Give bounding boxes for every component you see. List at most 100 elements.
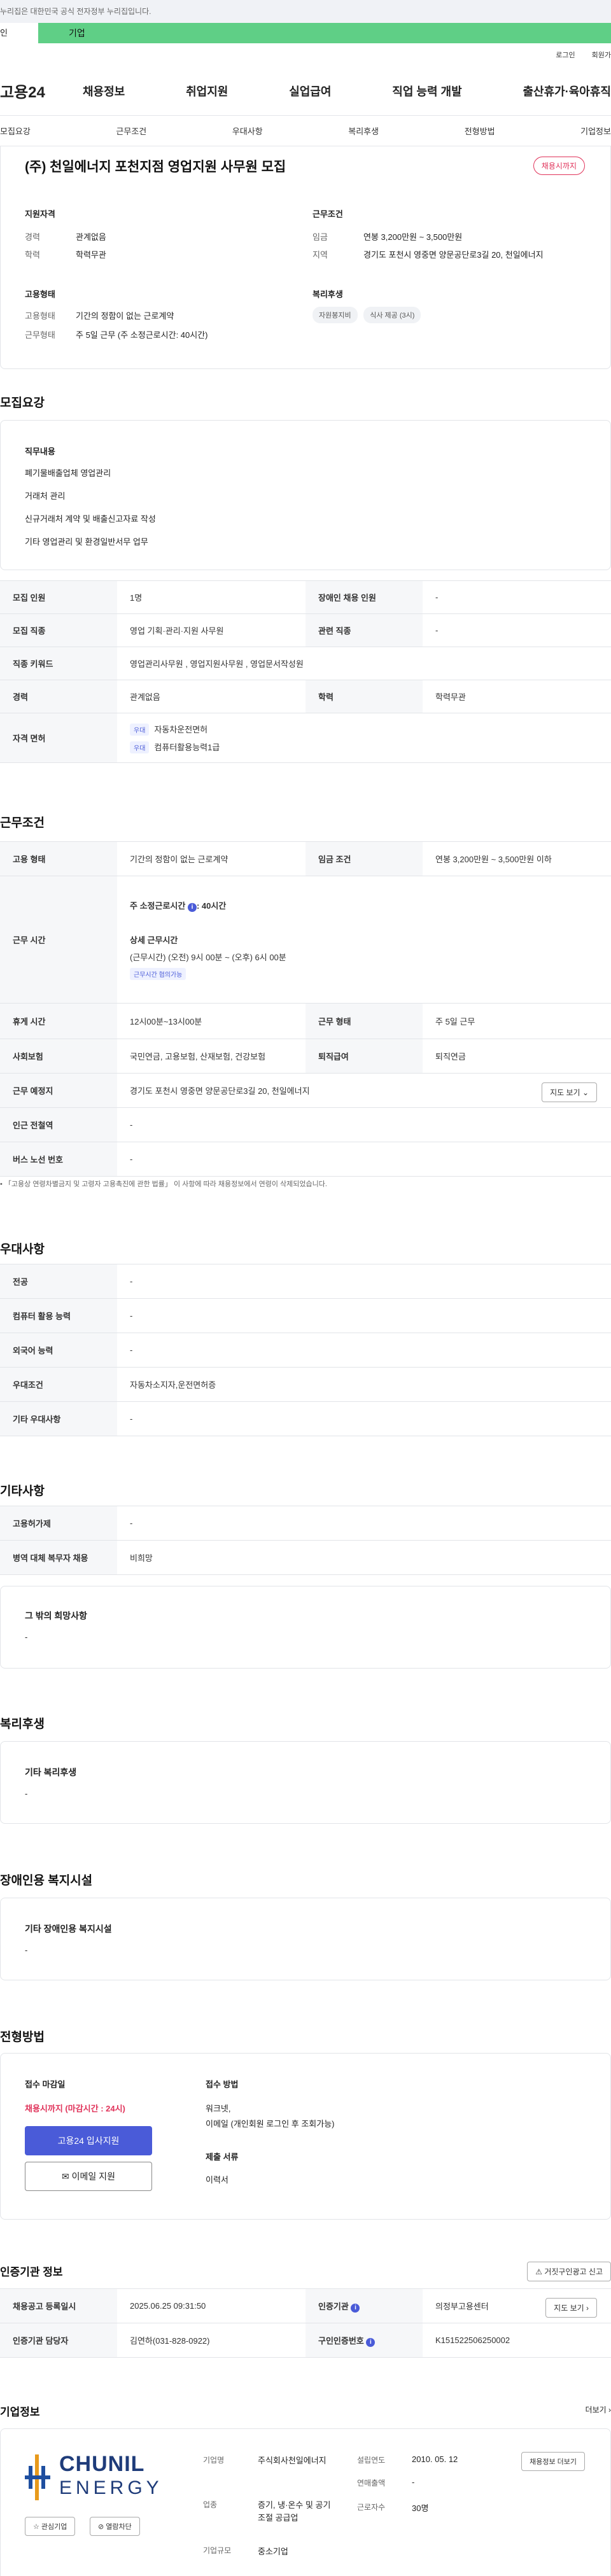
welfare-chip: 식사 제공 (3시) [363,307,421,323]
email-apply-button[interactable]: ✉ 이메일 지원 [25,2162,152,2191]
emp-key: 고용형태 [25,311,55,321]
method-value: 워크넷, [206,2104,231,2113]
pref-tag: 우대 [130,723,150,736]
company-card: CHUNIL ENERGY ☆ 관심기업 ⊘ 열람차단 기업명 주식회사천일에너… [0,2428,611,2576]
info-icon[interactable]: i [351,2303,360,2313]
pref-tag: 우대 [130,741,150,753]
row-value: 관계없음 [117,680,306,713]
star-icon: ☆ [33,2523,41,2531]
row-key: 근무 형태 [306,1003,423,1039]
pref-table: 전공 - 컴퓨터 활용 능력 - 외국어 능력 - 우대조건 자동차소지자,운전면허증 … [0,1264,611,1436]
cert-table: 채용공고 등록일시 2025.06.25 09:31:50 인증기관 i 의정부… [0,2288,611,2358]
recruit-table: 모집 인원 1명 장애인 채용 인원 - 모집 직종 영업 기획·관리·지원 사… [0,580,611,763]
table-row: 컴퓨터 활용 능력 - [0,1298,611,1333]
row-key: 경력 [0,680,117,713]
block-button[interactable]: ⊘ 열람차단 [90,2517,140,2536]
table-row: 우대조건 자동차소지자,운전면허증 [0,1367,611,1402]
welfare-title: 복리후생 [313,290,343,299]
row-value: 퇴직연금 [423,1039,611,1074]
map-button-label: 지도 보기 [550,1088,580,1097]
chevron-down-icon: ⌄ [582,1088,589,1097]
summary-card: (주) 천일에너지 포천지점 영업지원 사무원 모집 채용시까지 지원자격 경력… [0,146,611,369]
gnb-jobs[interactable]: 채용정보 [83,83,125,99]
login-link[interactable]: 로그인 [556,50,575,60]
cert-map-button[interactable]: 지도 보기 › [545,2298,597,2318]
table-row: 휴게 시간 12시00분~13시00분 근무 형태 주 5일 근무 [0,1003,611,1039]
gnb-parental-leave[interactable]: 출산휴가·육아휴직 [523,83,611,99]
tab-work[interactable]: 근무조건 [116,125,146,137]
est-key: 설립연도 [357,2456,386,2465]
gnb-vocational-training[interactable]: 직업 능력 개발 [392,83,461,99]
signup-link[interactable]: 회원가 [592,50,611,60]
table-row: 기타 우대사항 - [0,1401,611,1436]
welfare-value: - [25,1789,28,1798]
company-jobs-button[interactable]: 채용정보 더보기 [521,2452,585,2471]
table-row: 병역 대체 복무자 채용 비희망 [0,1540,611,1575]
section-tabs: 모집요강 근무조건 우대사항 복리후생 전형방법 기업정보 [0,116,611,146]
company-more-link[interactable]: 더보기 › [586,2404,611,2415]
row-key: 자격 면허 [0,713,117,763]
table-row: 근무 시간 주 소정근로시간 i: 40시간 상세 근무시간 (근무시간) (오… [0,876,611,1004]
info-icon[interactable]: i [366,2337,376,2347]
bullet: • [0,1180,4,1188]
table-row: 모집 인원 1명 장애인 채용 인원 - [0,580,611,614]
weekly-hours-label: 주 소정근로시간 [130,901,186,911]
row-value: 주 5일 근무 [423,1003,611,1039]
table-row: 사회보험 국민연금, 고용보험, 산재보험, 건강보험 퇴직급여 퇴직연금 [0,1039,611,1074]
row-value: 경기도 포천시 영중면 양문공단로3길 20, 천일에너지 [130,1086,310,1096]
row-value: 자동차소지자,운전면허증 [117,1367,611,1402]
docs-value: 이력서 [206,2175,228,2185]
name-value: 주식회사천일에너지 [258,2456,327,2465]
sales-value: - [412,2477,415,2487]
table-row: 버스 노선 번호 - [0,1142,611,1177]
row-key: 인증기관 i [306,2288,423,2323]
deadline-label: 접수 마감일 [25,2080,66,2089]
site-logo[interactable]: 고용24 [0,80,70,102]
apply-button[interactable]: 고용24 입사지원 [25,2126,152,2155]
gnb-menu: 채용정보 취업지원 실업급여 직업 능력 개발 출산휴가·육아휴직 [70,83,611,99]
row-value: 학력무관 [423,680,611,713]
block-label: 열람차단 [106,2523,132,2531]
logo-text-1: CHUNIL [59,2452,145,2476]
etc-table: 고용허가제 - 병역 대체 복무자 채용 비희망 [0,1506,611,1575]
row-key: 모집 직종 [0,613,117,647]
row-key: 휴게 시간 [0,1003,117,1039]
mail-icon: ✉ [62,2171,72,2181]
cert-map-label: 지도 보기 [554,2304,584,2313]
gnb-employment-support[interactable]: 취업지원 [186,83,228,99]
est-value: 2010. 05. 12 [412,2454,458,2464]
tab-individual[interactable]: 인 [0,23,38,43]
tab-welfare[interactable]: 복리후생 [348,125,379,137]
tab-pref[interactable]: 우대사항 [232,125,263,137]
table-row: 근무 예정지 경기도 포천시 영중면 양문공단로3길 20, 천일에너지 지도 … [0,1073,611,1108]
tab-company[interactable]: 기업 [38,23,611,43]
info-icon[interactable]: i [187,903,197,912]
tab-recruit[interactable]: 모집요강 [0,125,31,137]
type-key: 근무형태 [25,330,55,340]
table-row: 직종 키워드 영업관리사무원 , 영업지원사무원 , 영업문서작성원 [0,647,611,680]
tab-apply[interactable]: 전형방법 [465,125,495,137]
age-note-text: 「고용상 연령차별금지 및 고령자 고용촉진에 관한 법률」 이 사항에 따라 … [4,1180,327,1188]
industry-key: 업종 [203,2500,218,2509]
row-value: 비희망 [117,1540,611,1575]
row-value: K151522506250002 [423,2323,611,2358]
edu-key: 학력 [25,250,40,260]
report-button[interactable]: ⚠ 거짓구인광고 신고 [527,2262,611,2281]
row-value: - [117,1264,611,1299]
chevron-right-icon: › [586,2304,589,2313]
hope-label: 그 밖의 희망사항 [25,1611,87,1621]
more-label: 더보기 [585,2405,607,2414]
apply-title: 전형방법 [0,2031,45,2044]
company-logo-mark [25,2454,50,2500]
edu-value: 학력무관 [76,250,106,260]
detail-hours-label: 상세 근무시간 [130,935,178,945]
cert-title: 인증기관 정보 [0,2266,63,2278]
gnb-unemployment-benefit[interactable]: 실업급여 [289,83,331,99]
map-button[interactable]: 지도 보기 ⌄ [542,1082,597,1102]
favorite-button[interactable]: ☆ 관심기업 [25,2517,76,2536]
disabled-value: - [25,1945,28,1955]
deadline-value: 채용시까지 (마감시간 : 24시) [25,2104,125,2113]
employees-key: 근로자수 [357,2503,386,2512]
qual-title: 지원자격 [25,209,55,219]
tab-company-info[interactable]: 기업정보 [580,125,611,137]
